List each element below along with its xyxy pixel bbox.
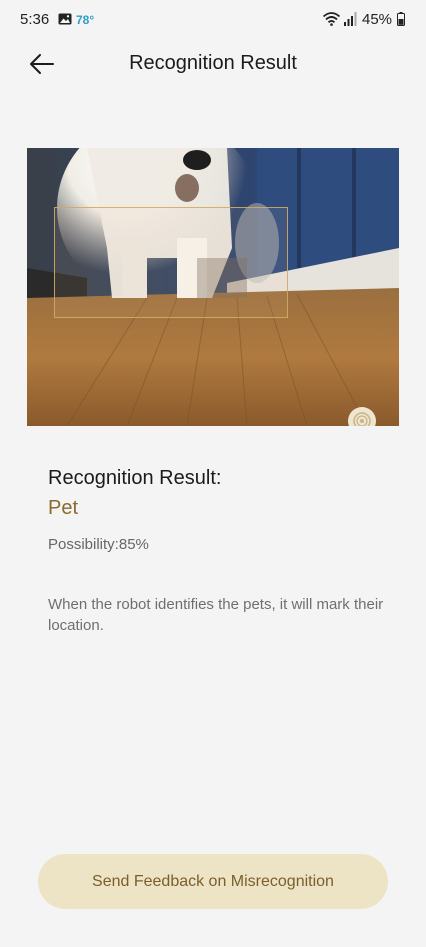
camera-snapshot bbox=[27, 148, 399, 426]
wifi-icon bbox=[323, 12, 340, 26]
status-battery-percent: 45% bbox=[362, 11, 393, 28]
send-feedback-button[interactable]: Send Feedback on Misrecognition bbox=[38, 854, 388, 909]
pet-detection-box bbox=[54, 207, 288, 318]
status-bar: 5:36 78° 45% bbox=[0, 0, 426, 40]
status-temperature: 78° bbox=[76, 13, 95, 27]
page-title: Recognition Result bbox=[129, 52, 297, 74]
result-value: Pet bbox=[48, 497, 79, 519]
possibility-text: Possibility:85% bbox=[48, 536, 149, 553]
result-section: Recognition Result: Pet Possibility:85% bbox=[48, 465, 388, 555]
signal-icon bbox=[344, 12, 357, 26]
gallery-icon bbox=[58, 13, 72, 25]
target-icon[interactable] bbox=[347, 406, 377, 426]
result-label: Recognition Result: bbox=[48, 467, 222, 489]
battery-icon bbox=[397, 12, 405, 26]
app-bar: Recognition Result bbox=[0, 40, 426, 90]
hint-text: When the robot identifies the pets, it w… bbox=[48, 596, 384, 634]
status-time: 5:36 bbox=[20, 11, 50, 28]
